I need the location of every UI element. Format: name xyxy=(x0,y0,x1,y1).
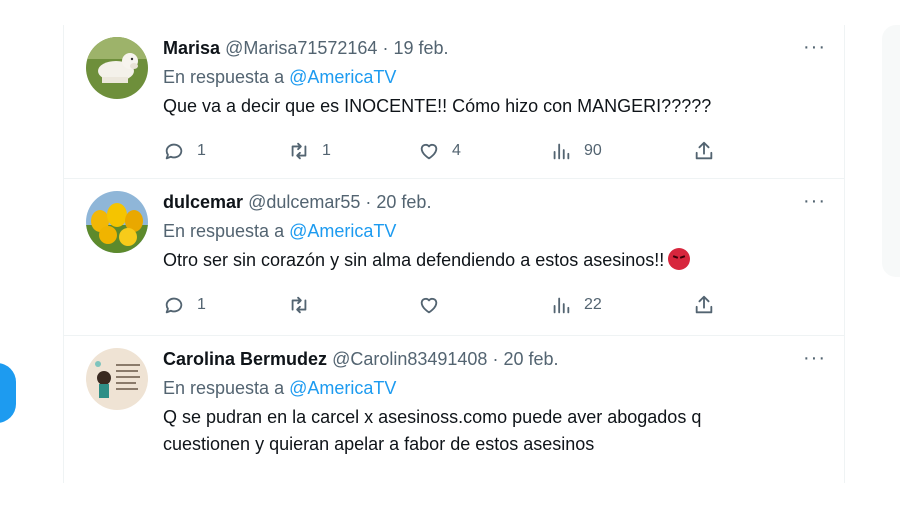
like-icon xyxy=(420,143,438,160)
retweet-button[interactable] xyxy=(288,291,322,319)
like-icon xyxy=(420,297,438,314)
display-name[interactable]: Marisa xyxy=(163,38,220,58)
compose-fab-button[interactable] xyxy=(0,363,16,423)
sidebar-card xyxy=(882,25,900,277)
tweet-actions: 1 1 4 90 xyxy=(163,137,743,165)
share-icon xyxy=(695,141,713,160)
retweet-icon xyxy=(291,296,307,314)
views-count: 90 xyxy=(584,142,602,159)
like-button[interactable] xyxy=(418,291,452,319)
display-name[interactable]: Carolina Bermudez xyxy=(163,349,327,369)
share-button[interactable] xyxy=(693,137,715,165)
reply-prefix: En respuesta a xyxy=(163,67,285,87)
reply-button[interactable]: 1 xyxy=(163,137,206,165)
reply-icon xyxy=(165,143,183,160)
handle[interactable]: @Carolin83491408 xyxy=(332,349,487,369)
reply-context: En respuesta a @AmericaTV xyxy=(163,218,834,244)
tweet[interactable]: Marisa @Marisa71572164 · 19 feb. En resp… xyxy=(64,25,844,179)
more-icon[interactable]: ··· xyxy=(803,348,826,368)
avatar[interactable] xyxy=(86,191,148,253)
display-name[interactable]: dulcemar xyxy=(163,192,243,212)
views-button[interactable]: 90 xyxy=(550,137,602,165)
retweet-count: 1 xyxy=(322,142,331,159)
retweet-button[interactable]: 1 xyxy=(288,137,331,165)
reply-button[interactable]: 1 xyxy=(163,291,206,319)
tweet-text: Q se pudran en la carcel x asesinoss.com… xyxy=(163,404,834,458)
share-icon xyxy=(695,295,713,314)
avatar[interactable] xyxy=(86,37,148,99)
tweet-header: dulcemar @dulcemar55 · 20 feb. xyxy=(163,189,834,215)
reply-count: 1 xyxy=(197,142,206,159)
more-icon[interactable]: ··· xyxy=(803,37,826,57)
reply-icon xyxy=(165,297,183,314)
tweet-header: Marisa @Marisa71572164 · 19 feb. xyxy=(163,35,834,61)
reply-prefix: En respuesta a xyxy=(163,378,285,398)
tweet-header: Carolina Bermudez @Carolin83491408 · 20 … xyxy=(163,346,834,372)
retweet-icon xyxy=(291,142,307,160)
reply-prefix: En respuesta a xyxy=(163,221,285,241)
views-count: 22 xyxy=(584,296,602,313)
avatar[interactable] xyxy=(86,348,148,410)
views-button[interactable]: 22 xyxy=(550,291,602,319)
share-button[interactable] xyxy=(693,291,715,319)
handle[interactable]: @dulcemar55 xyxy=(248,192,360,212)
reply-context: En respuesta a @AmericaTV xyxy=(163,375,834,401)
reply-count: 1 xyxy=(197,296,206,313)
like-button[interactable]: 4 xyxy=(418,137,461,165)
mention-link[interactable]: @AmericaTV xyxy=(289,221,396,241)
tweet-actions: 1 22 xyxy=(163,291,743,319)
handle[interactable]: @Marisa71572164 xyxy=(225,38,377,58)
mention-link[interactable]: @AmericaTV xyxy=(289,378,396,398)
tweet[interactable]: Carolina Bermudez @Carolin83491408 · 20 … xyxy=(64,336,844,483)
replies-feed: Marisa @Marisa71572164 · 19 feb. En resp… xyxy=(63,25,845,483)
tweet-text-body: Otro ser sin corazón y sin alma defendie… xyxy=(163,250,665,270)
views-icon xyxy=(553,143,570,160)
tweet-text-line: Q se pudran en la carcel x asesinoss.com… xyxy=(163,407,702,427)
more-icon[interactable]: ··· xyxy=(803,191,826,211)
timestamp[interactable]: · 20 feb. xyxy=(365,192,431,212)
tweet[interactable]: dulcemar @dulcemar55 · 20 feb. En respue… xyxy=(64,179,844,336)
reply-context: En respuesta a @AmericaTV xyxy=(163,64,834,90)
mention-link[interactable]: @AmericaTV xyxy=(289,67,396,87)
views-icon xyxy=(553,297,570,314)
tweet-text: Otro ser sin corazón y sin alma defendie… xyxy=(163,247,834,274)
tweet-text: Que va a decir que es INOCENTE!! Cómo hi… xyxy=(163,96,712,116)
angry-face-emoji xyxy=(668,248,691,270)
like-count: 4 xyxy=(452,142,461,159)
tweet-text-line: cuestionen y quieran apelar a fabor de e… xyxy=(163,434,595,454)
timestamp[interactable]: · 19 feb. xyxy=(382,38,448,58)
timestamp[interactable]: · 20 feb. xyxy=(492,349,558,369)
